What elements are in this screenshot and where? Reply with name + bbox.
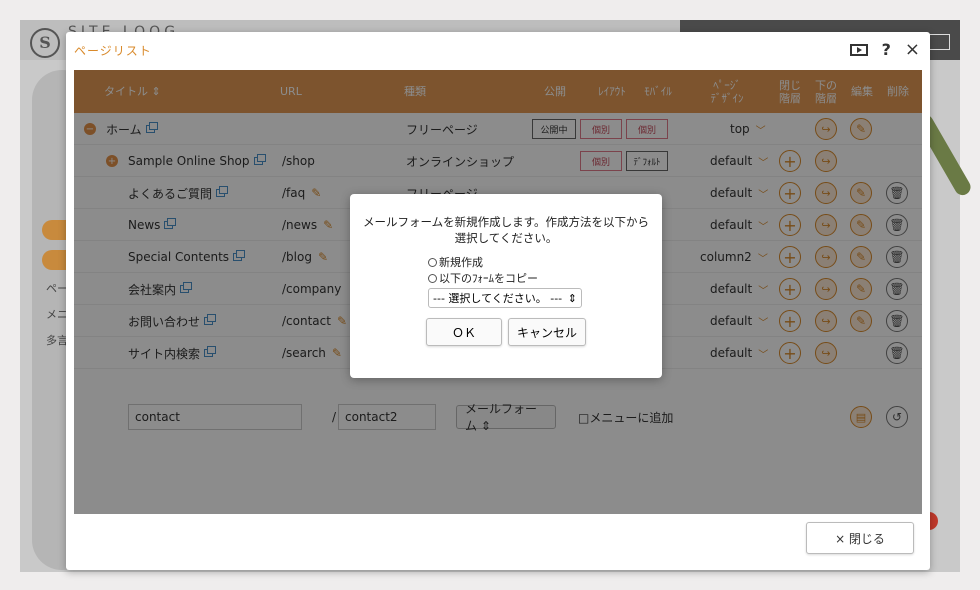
cancel-button[interactable]: キャンセル bbox=[508, 318, 586, 346]
close-icon[interactable]: × bbox=[905, 40, 920, 60]
updown-icon: ⇕ bbox=[567, 291, 577, 305]
bg-side-label: ペー bbox=[46, 282, 68, 295]
mail-icon bbox=[928, 34, 950, 50]
select-value: --- 選択してください。 --- bbox=[433, 292, 563, 305]
dialog-message: メールフォームを新規作成します。作成方法を以下から選択してください。 bbox=[362, 215, 649, 245]
page-list-modal: ページリスト ? × タイトル ⇕ URL 種類 公開 ﾚｲｱｳﾄ ﾓﾊﾞｲﾙ … bbox=[66, 32, 930, 570]
form-copy-select[interactable]: --- 選択してください。 --- ⇕ bbox=[428, 288, 582, 308]
close-modal-button[interactable]: × 閉じる bbox=[806, 522, 914, 554]
help-icon[interactable]: ? bbox=[882, 40, 891, 60]
radio-circle-icon[interactable] bbox=[428, 257, 437, 267]
video-icon[interactable] bbox=[849, 44, 868, 56]
modal-title: ページリスト bbox=[74, 44, 152, 58]
logo-icon: S bbox=[30, 28, 60, 58]
create-mailform-dialog: メールフォームを新規作成します。作成方法を以下から選択してください。 新規作成 … bbox=[350, 194, 662, 378]
radio-copy-label: 以下のﾌｫｰﾑをコピー bbox=[439, 272, 538, 285]
ok-button[interactable]: ＯＫ bbox=[426, 318, 502, 346]
bg-side-label: 多言 bbox=[46, 334, 68, 347]
radio-copy[interactable]: 以下のﾌｫｰﾑをコピー bbox=[428, 270, 538, 286]
radio-new-label: 新規作成 bbox=[439, 256, 483, 269]
modal-toolbar: ? × bbox=[849, 40, 920, 60]
bg-side-label: メニ bbox=[46, 308, 68, 321]
page-table: タイトル ⇕ URL 種類 公開 ﾚｲｱｳﾄ ﾓﾊﾞｲﾙ ﾍﾟｰｼﾞ ﾃﾞｻﾞｲﾝ… bbox=[74, 70, 922, 514]
radio-new[interactable]: 新規作成 bbox=[428, 254, 483, 270]
radio-circle-icon[interactable] bbox=[428, 273, 437, 283]
